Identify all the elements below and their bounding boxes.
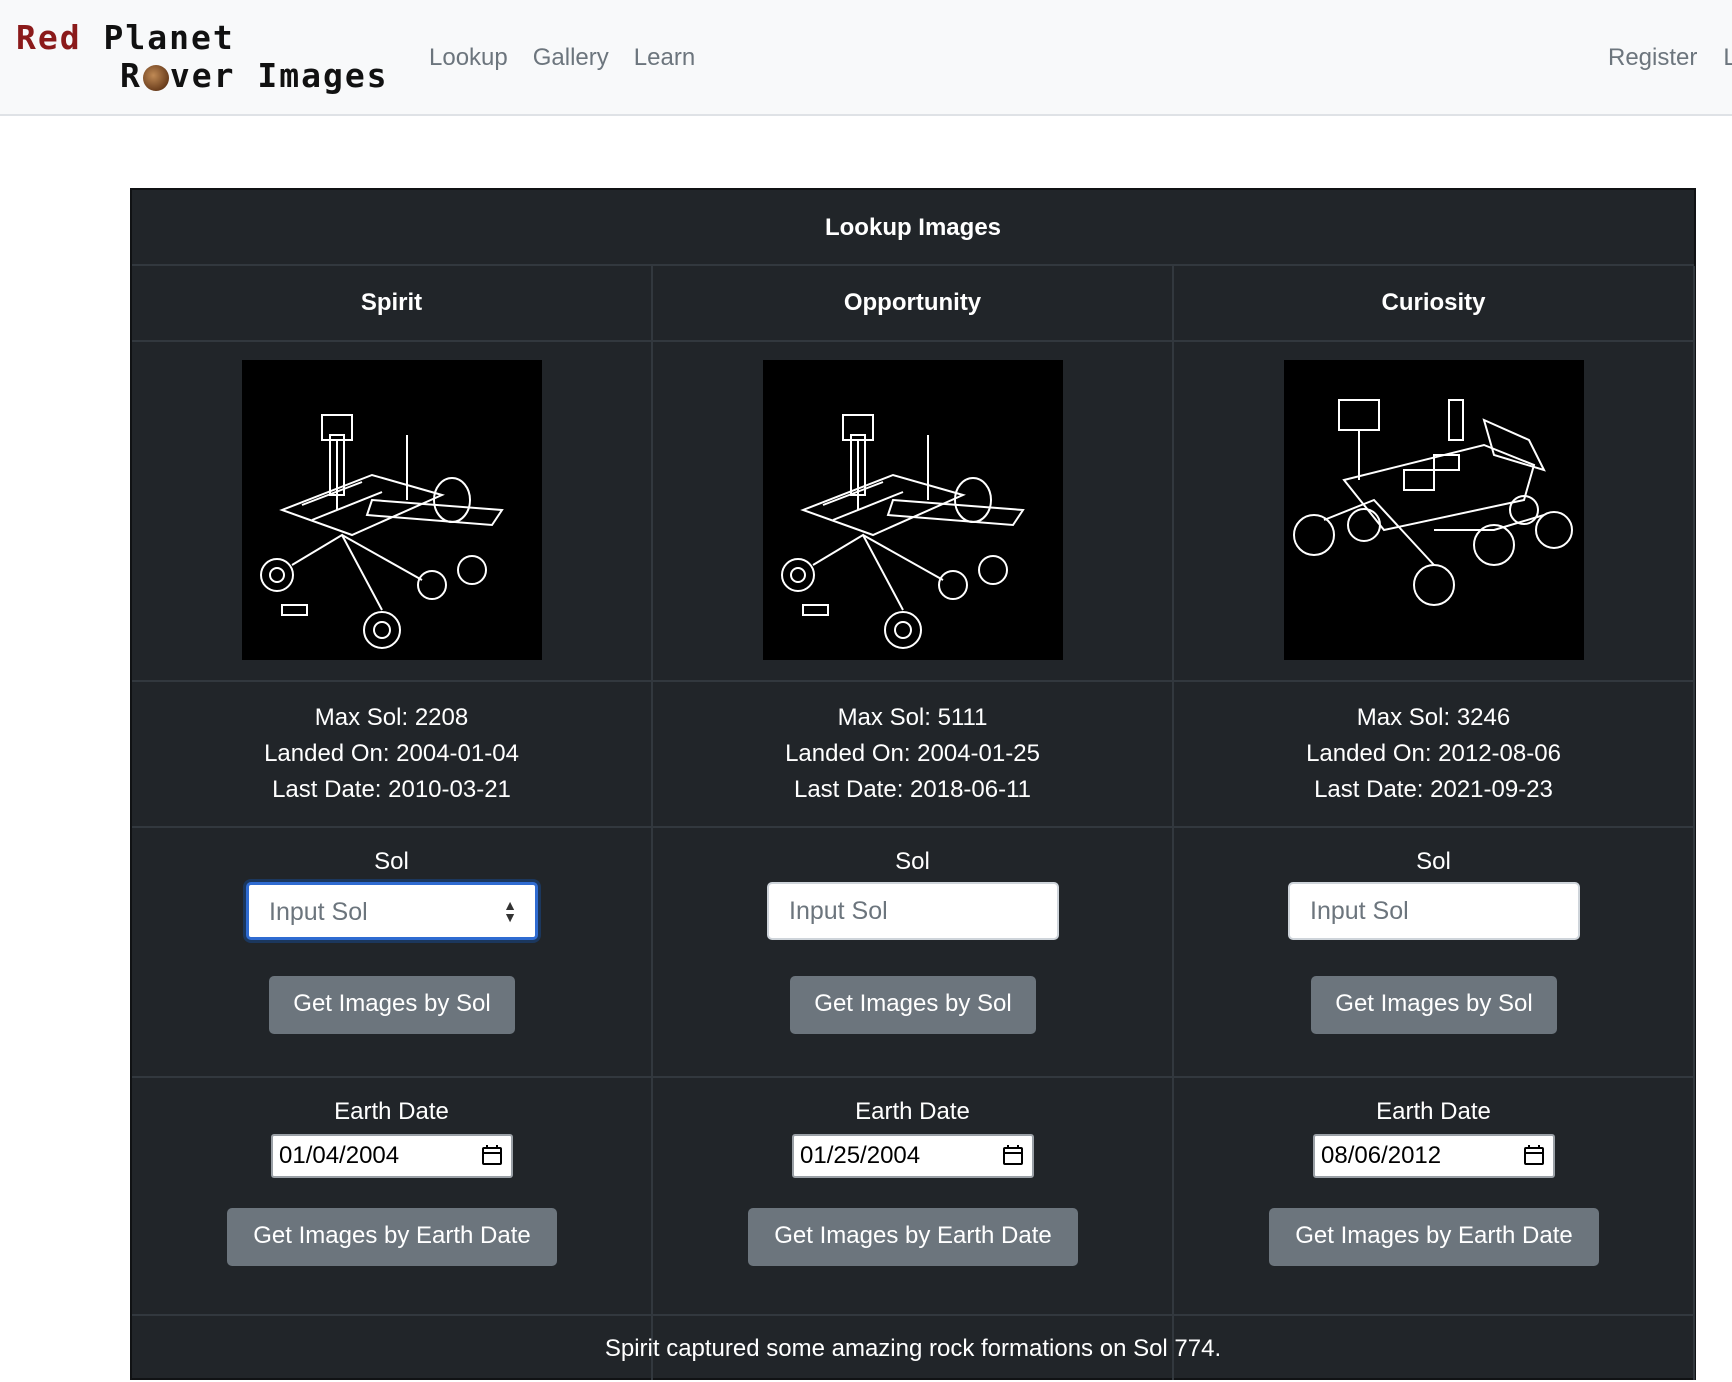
rover-name: Curiosity [1174, 266, 1693, 342]
rover-name: Opportunity [653, 266, 1172, 342]
sol-input[interactable]: Input Sol [767, 882, 1059, 940]
sol-form: Sol Input Sol Get Images by Sol [1174, 828, 1693, 1078]
nav-link-lookup[interactable]: Lookup [429, 44, 508, 72]
earth-date-label: Earth Date [334, 1098, 449, 1125]
sol-label: Sol [1416, 848, 1451, 875]
max-sol-text: Max Sol: 2208 [314, 704, 469, 731]
sol-placeholder: Input Sol [789, 897, 888, 925]
earth-date-value: 01/04/2004 [279, 1142, 400, 1169]
mars-planet-icon [142, 65, 169, 91]
rover-image-cell [653, 342, 1172, 682]
sol-label: Sol [895, 848, 930, 875]
rover-column-opportunity: Opportunity Max Sol: 5111 Landed On: 200… [653, 266, 1174, 1380]
logo-letter-r: R [120, 56, 142, 95]
rover-info: Max Sol: 2208 Landed On: 2004-01-04 Last… [132, 682, 651, 828]
last-date-text: Last Date: 2018-06-11 [793, 776, 1032, 803]
earth-date-label: Earth Date [1376, 1098, 1491, 1125]
rover-image-opportunity [763, 360, 1063, 660]
rover-column-spirit: Spirit Max Sol: 2208 Landed On: 2004-01-… [132, 266, 653, 1380]
earth-date-input[interactable]: 01/25/2004 [792, 1134, 1034, 1178]
earth-date-input[interactable]: 08/06/2012 [1313, 1134, 1555, 1178]
get-images-by-earth-date-button[interactable]: Get Images by Earth Date [1269, 1208, 1599, 1266]
calendar-icon[interactable] [481, 1144, 503, 1166]
landed-on-text: Landed On: 2004-01-04 [264, 740, 519, 767]
max-sol-text: Max Sol: 5111 [837, 704, 988, 731]
last-date-text: Last Date: 2010-03-21 [272, 776, 511, 803]
calendar-icon[interactable] [1523, 1144, 1545, 1166]
sol-input[interactable]: Input Sol ▲ ▼ [246, 882, 538, 940]
rover-name: Spirit [132, 266, 651, 342]
navbar: Red Planet Rver Images Lookup Gallery Le… [0, 0, 1732, 116]
nav-link-learn[interactable]: Learn [634, 44, 695, 72]
site-logo[interactable]: Red Planet Rver Images [16, 14, 396, 98]
rover-image-curiosity [1284, 360, 1584, 660]
sol-placeholder: Input Sol [269, 898, 368, 926]
nav-account-links: Register L [1608, 44, 1732, 72]
earth-date-value: 08/06/2012 [1321, 1142, 1442, 1169]
earth-date-label: Earth Date [855, 1098, 970, 1125]
nav-link-login[interactable]: L [1723, 44, 1732, 72]
get-images-by-earth-date-button[interactable]: Get Images by Earth Date [227, 1208, 557, 1266]
logo-line-2: Rver Images [120, 56, 389, 95]
logo-word-rover-images: ver Images [169, 56, 389, 95]
sol-label: Sol [374, 848, 409, 875]
calendar-icon[interactable] [1002, 1144, 1024, 1166]
lookup-panel: Lookup Images Spirit Max Sol: 2208 Lande… [130, 188, 1696, 1380]
rover-image-spirit [242, 360, 542, 660]
rover-info: Max Sol: 3246 Landed On: 2012-08-06 Last… [1174, 682, 1693, 828]
panel-title: Lookup Images [132, 190, 1694, 266]
sol-form: Sol Input Sol ▲ ▼ Get Images by Sol [132, 828, 651, 1078]
nav-link-gallery[interactable]: Gallery [533, 44, 609, 72]
rover-column-curiosity: Curiosity Max Sol: 3246 Landed On: 2012-… [1174, 266, 1695, 1380]
landed-on-text: Landed On: 2004-01-25 [785, 740, 1040, 767]
get-images-by-sol-button[interactable]: Get Images by Sol [1311, 976, 1557, 1034]
last-date-text: Last Date: 2021-09-23 [1314, 776, 1553, 803]
earth-date-form: Earth Date 08/06/2012 Get Images by Eart… [1174, 1078, 1693, 1316]
number-spinner-icon[interactable]: ▲ ▼ [503, 898, 517, 924]
rover-image-cell [1174, 342, 1693, 682]
get-images-by-earth-date-button[interactable]: Get Images by Earth Date [748, 1208, 1078, 1266]
logo-line-1: Red Planet [16, 18, 235, 57]
earth-date-value: 01/25/2004 [800, 1142, 921, 1169]
earth-date-form: Earth Date 01/25/2004 Get Images by Eart… [653, 1078, 1172, 1316]
nav-link-register[interactable]: Register [1608, 44, 1697, 72]
get-images-by-sol-button[interactable]: Get Images by Sol [790, 976, 1036, 1034]
panel-footer-message: Spirit captured some amazing rock format… [132, 1314, 1694, 1380]
sol-form: Sol Input Sol Get Images by Sol [653, 828, 1172, 1078]
rover-info: Max Sol: 5111 Landed On: 2004-01-25 Last… [653, 682, 1172, 828]
logo-word-red: Red [16, 18, 82, 57]
sol-input[interactable]: Input Sol [1288, 882, 1580, 940]
earth-date-input[interactable]: 01/04/2004 [271, 1134, 513, 1178]
landed-on-text: Landed On: 2012-08-06 [1306, 740, 1561, 767]
nav-links: Lookup Gallery Learn [429, 44, 695, 72]
sol-placeholder: Input Sol [1310, 897, 1409, 925]
max-sol-text: Max Sol: 3246 [1356, 704, 1511, 731]
earth-date-form: Earth Date 01/04/2004 Get Images by Eart… [132, 1078, 651, 1316]
rover-image-cell [132, 342, 651, 682]
logo-word-planet: Planet [103, 18, 235, 57]
get-images-by-sol-button[interactable]: Get Images by Sol [269, 976, 515, 1034]
